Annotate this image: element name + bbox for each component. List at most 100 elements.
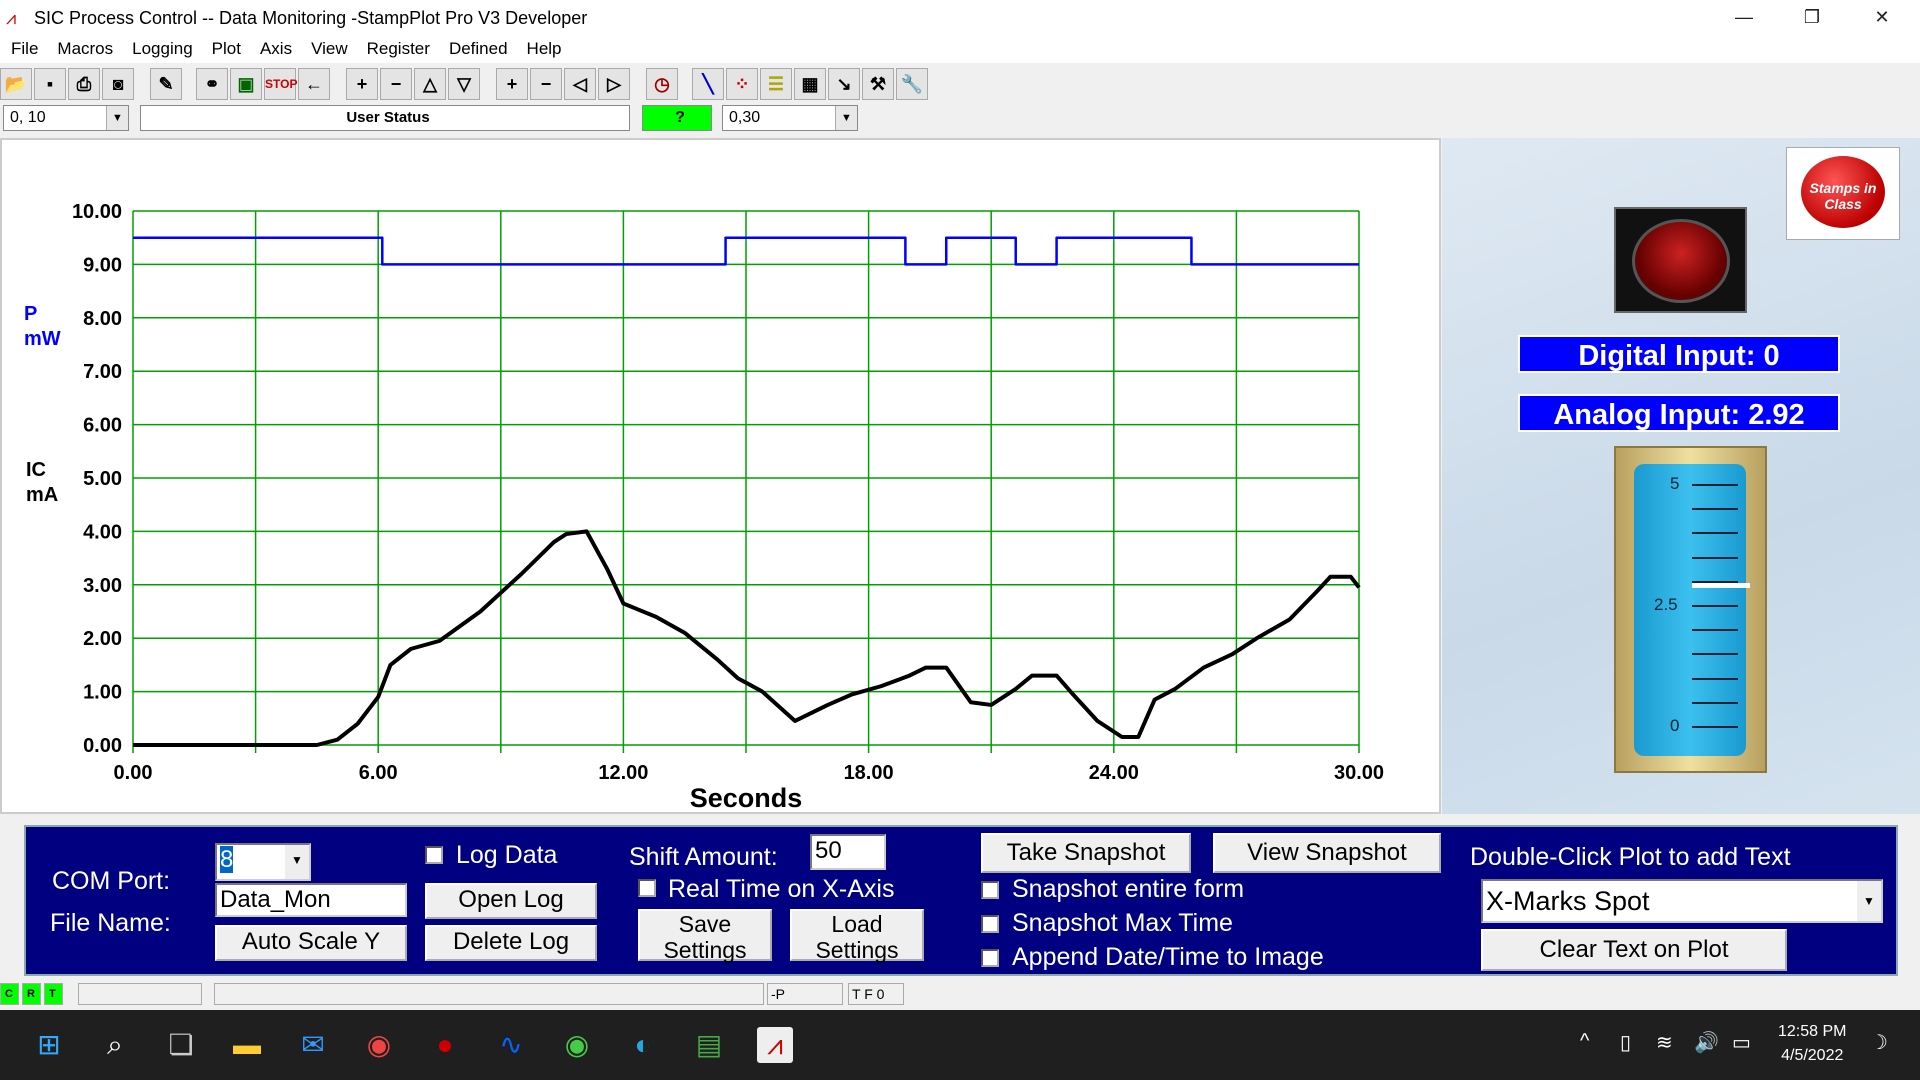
open-folder-icon[interactable]: 📂 [0, 68, 32, 100]
clock[interactable]: 12:58 PM 4/5/2022 [1778, 1023, 1846, 1065]
file-explorer-icon[interactable]: ▬ [229, 1027, 265, 1063]
wand-icon[interactable]: ✎ [150, 68, 182, 100]
minus-icon[interactable]: − [530, 68, 562, 100]
y-tick-label: 6.00 [83, 415, 122, 437]
plus-icon[interactable]: + [496, 68, 528, 100]
wrench-icon[interactable]: 🔧 [896, 68, 928, 100]
chrome-profile-icon[interactable]: ◉ [559, 1027, 595, 1063]
connect-icon[interactable]: ⚭ [196, 68, 228, 100]
shift-left-icon[interactable]: ◁ [564, 68, 596, 100]
stop-icon[interactable]: STOP [264, 68, 297, 100]
take-snapshot-button[interactable]: Take Snapshot [981, 833, 1191, 873]
gauge-tick [1692, 653, 1738, 656]
stampplot-icon[interactable]: ⩘ [757, 1027, 793, 1063]
com-port-label: COM Port: [52, 867, 171, 895]
file-name-input[interactable]: Data_Mon [215, 883, 407, 917]
snapshot-entire-form-checkbox[interactable] [981, 881, 999, 899]
menu-help[interactable]: Help [516, 37, 570, 59]
task-view-icon[interactable]: ❏ [163, 1027, 199, 1063]
chart[interactable]: 0.00 1.00 2.00 3.00 4.00 5.00 6.00 7.00 8.00 9.00… [2, 140, 1439, 813]
x-range-value: 0,30 [729, 109, 761, 126]
chrome-icon[interactable]: ◉ [361, 1027, 397, 1063]
view-snapshot-button[interactable]: View Snapshot [1213, 833, 1441, 873]
calculator-icon[interactable]: ▦ [794, 68, 826, 100]
delete-log-button[interactable]: Delete Log [425, 925, 597, 961]
app-red-icon[interactable]: ● [427, 1027, 463, 1063]
clock-icon[interactable]: ◷ [646, 68, 678, 100]
title-bar: ⩘ SIC Process Control -- Data Monitoring… [0, 0, 1920, 37]
menu-macros[interactable]: Macros [46, 37, 121, 59]
pen-icon[interactable]: ╲ [692, 68, 724, 100]
gauge-tick [1692, 556, 1738, 559]
minus-icon[interactable]: − [380, 68, 412, 100]
minimize-button[interactable]: — [1714, 0, 1774, 37]
scale-up-icon[interactable]: △ [414, 68, 446, 100]
menu-defined[interactable]: Defined [438, 37, 516, 59]
scale-down-icon[interactable]: ▽ [448, 68, 480, 100]
stamps-in-class-logo: Stamps in Class [1786, 147, 1900, 240]
focus-assist-icon[interactable]: ☽ [1870, 1030, 1888, 1055]
y-axis-label: IC [26, 459, 46, 481]
shift-right-icon[interactable]: ▷ [598, 68, 630, 100]
restore-button[interactable]: ❐ [1782, 0, 1842, 37]
windows-start-icon[interactable]: ⊞ [31, 1027, 67, 1063]
tool-box-icon[interactable]: ⚒ [862, 68, 894, 100]
plot-monitor-icon[interactable]: ▣ [230, 68, 262, 100]
plot-area[interactable]: 0.00 1.00 2.00 3.00 4.00 5.00 6.00 7.00 8.00 9.00… [0, 138, 1441, 814]
p-status: -P [767, 983, 843, 1005]
clear-text-button[interactable]: Clear Text on Plot [1481, 929, 1787, 971]
chevron-down-icon[interactable]: ▼ [285, 845, 309, 879]
close-button[interactable]: ✕ [1852, 0, 1912, 37]
y-range-select[interactable]: 0, 10 ▼ [3, 105, 129, 131]
menu-view[interactable]: View [300, 37, 356, 59]
menu-register[interactable]: Register [356, 37, 438, 59]
chevron-down-icon[interactable]: ▼ [835, 106, 857, 130]
menu-logging[interactable]: Logging [121, 37, 201, 59]
x-range-select[interactable]: 0,30 ▼ [722, 105, 858, 131]
auto-scale-y-button[interactable]: Auto Scale Y [215, 925, 407, 961]
gauge-tick [1692, 484, 1738, 486]
camera-icon[interactable]: ◙ [102, 68, 134, 100]
gauge-needle [1692, 582, 1750, 588]
plot-dots-icon[interactable]: ⁘ [726, 68, 758, 100]
notes-icon[interactable]: ☰ [760, 68, 792, 100]
app-scope-icon[interactable]: ∿ [493, 1027, 529, 1063]
plus-icon[interactable]: + [346, 68, 378, 100]
menu-file[interactable]: File [0, 37, 46, 59]
shift-amount-input[interactable]: 50 [810, 834, 886, 870]
search-icon[interactable]: ⌕ [97, 1027, 133, 1063]
usb-icon[interactable]: ▯ [1620, 1030, 1631, 1055]
save-settings-button[interactable]: Save Settings [638, 909, 772, 963]
y-axis-label: mA [26, 484, 58, 506]
plot-text-select[interactable]: X-Marks Spot ▼ [1481, 879, 1883, 923]
log-data-checkbox[interactable] [425, 846, 443, 864]
probe-icon[interactable]: ↘ [828, 68, 860, 100]
edge-icon[interactable]: ◐ [625, 1027, 661, 1063]
open-log-button[interactable]: Open Log [425, 883, 597, 919]
com-port-select[interactable]: 8 ▼ [215, 843, 311, 881]
battery-icon[interactable]: ▭ [1732, 1030, 1751, 1055]
print-icon[interactable]: ⎙ [68, 68, 100, 100]
app-icon: ⩘ [6, 8, 17, 28]
menu-axis[interactable]: Axis [249, 37, 300, 59]
volume-icon[interactable]: 🔊 [1694, 1030, 1719, 1055]
x-tick-label: 24.00 [1089, 762, 1139, 784]
digital-input-display: Digital Input: 0 [1518, 335, 1840, 373]
control-panel: COM Port: 8 ▼ File Name: Data_Mon Auto Sc… [24, 825, 1898, 976]
real-time-checkbox[interactable] [638, 879, 656, 897]
menu-plot[interactable]: Plot [201, 37, 249, 59]
y-tick-label: 1.00 [83, 682, 122, 704]
save-icon[interactable]: ▪ [34, 68, 66, 100]
snapshot-entire-form-label: Snapshot entire form [1012, 875, 1245, 903]
chevron-down-icon[interactable]: ▼ [106, 106, 128, 130]
append-date-checkbox[interactable] [981, 949, 999, 967]
back-arrow-icon[interactable]: ← [298, 68, 330, 100]
circuit-board-icon[interactable]: ▤ [691, 1027, 727, 1063]
snapshot-max-time-checkbox[interactable] [981, 915, 999, 933]
load-settings-button[interactable]: Load Settings [790, 909, 924, 963]
wifi-icon[interactable]: ≋ [1656, 1030, 1673, 1055]
chevron-down-icon[interactable]: ▼ [1857, 881, 1881, 921]
mail-icon[interactable]: ✉ [295, 1027, 331, 1063]
show-hidden-icons[interactable]: ^ [1580, 1030, 1589, 1053]
user-status: User Status [140, 105, 630, 131]
